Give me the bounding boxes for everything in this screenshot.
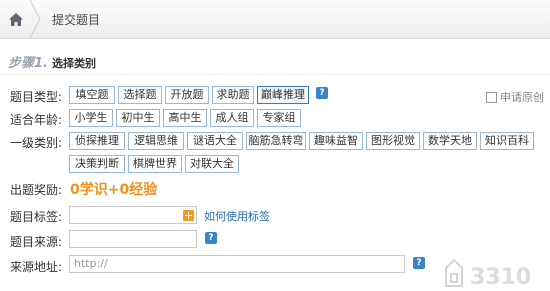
source-url-input[interactable]: http:// [69,255,405,273]
watermark-logo: 3310 [445,258,531,290]
category-option-brain-teasers[interactable]: 脑筋急转弯 [246,132,306,150]
help-icon[interactable]: ? [205,232,217,244]
category-option-decision[interactable]: 决策判断 [69,155,125,173]
original-apply-toggle[interactable]: 申请原创 [486,89,544,105]
category-option-couplets[interactable]: 对联大全 [185,155,239,173]
checkbox-icon[interactable] [486,91,497,103]
source-input[interactable] [69,230,197,248]
age-option-primary[interactable]: 小学生 [69,109,113,127]
age-option-junior[interactable]: 初中生 [116,109,160,127]
category-option-math[interactable]: 数学天地 [423,132,477,150]
age-option-expert[interactable]: 专家组 [257,109,301,127]
category-option-fun-puzzles[interactable]: 趣味益智 [309,132,363,150]
age-label: 适合年龄: [10,113,63,127]
breadcrumb-current: 提交题目 [52,13,101,27]
help-icon[interactable]: ? [413,257,425,269]
step-heading: 步骤1. 选择类别 [8,52,96,71]
reward-value: 0学识+0经验 [70,182,158,198]
step-title: 选择类别 [51,57,96,70]
watermark-text: 3310 [470,265,531,290]
home-icon [9,12,23,26]
category-option-riddles[interactable]: 谜语大全 [187,132,243,150]
reward-label: 出题奖励: [10,183,63,197]
source-url-label: 来源地址: [10,260,63,274]
age-option-adult[interactable]: 成人组 [210,109,254,127]
divider [0,74,550,75]
category-option-logic[interactable]: 逻辑思维 [128,132,184,150]
tags-label: 题目标签: [10,210,63,224]
type-option-help[interactable]: 求助题 [212,86,254,104]
category-option-encyclopedia[interactable]: 知识百科 [480,132,534,150]
type-option-peak-reasoning[interactable]: 巅峰推理 [257,86,309,104]
tags-input[interactable] [69,206,197,224]
category-option-visual[interactable]: 图形视觉 [366,132,420,150]
category-label: 一级类别: [10,136,63,150]
step-number: 步骤1. [8,56,48,71]
add-tag-icon[interactable] [183,210,194,221]
help-icon[interactable]: ? [316,87,328,99]
breadcrumb-bar: 提交题目 [0,0,550,39]
type-option-open[interactable]: 开放题 [165,86,209,104]
breadcrumb-separator-icon [29,0,41,38]
type-option-fill-blank[interactable]: 填空题 [69,86,115,104]
question-type-label: 题目类型: [10,90,63,104]
how-to-use-tags-link[interactable]: 如何使用标签 [204,208,270,224]
age-option-senior[interactable]: 高中生 [163,109,207,127]
original-apply-label: 申请原创 [500,91,544,104]
source-label: 题目来源: [10,235,63,249]
type-option-choice[interactable]: 选择题 [118,86,162,104]
category-option-detective[interactable]: 侦探推理 [69,132,125,150]
category-option-chess-cards[interactable]: 棋牌世界 [128,155,182,173]
